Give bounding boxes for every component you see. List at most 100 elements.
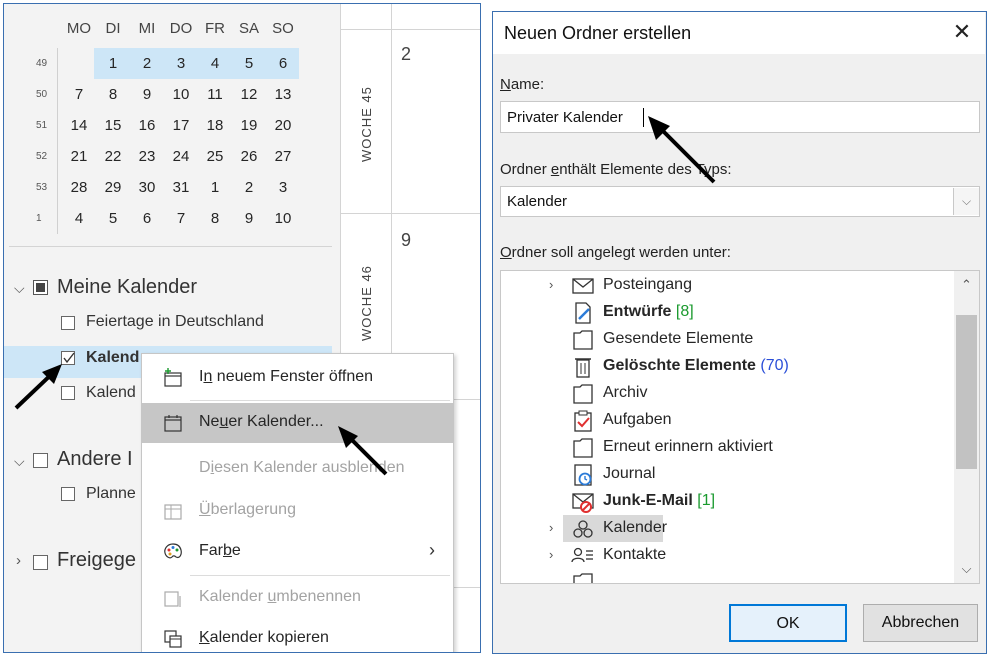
calendar-day[interactable]: 10 xyxy=(266,203,300,234)
calendar-day[interactable]: 9 xyxy=(130,79,164,110)
calendar-item-feiertage[interactable]: Feiertage in Deutschland xyxy=(86,313,264,331)
calendar-day[interactable]: 9 xyxy=(232,203,266,234)
calendar-icon xyxy=(164,415,182,432)
chevron-down-icon[interactable]: ⌵ xyxy=(14,453,25,470)
week-number[interactable]: 50 xyxy=(36,89,56,100)
envelope-icon xyxy=(572,278,594,294)
calendar-day[interactable]: 5 xyxy=(96,203,130,234)
menu-item-overlay[interactable]: Überlagerung xyxy=(142,491,453,531)
calendar-day[interactable]: 2 xyxy=(232,172,266,203)
checkbox-planner[interactable] xyxy=(61,487,75,501)
folder-item-junk[interactable]: Junk-E-Mail [1] xyxy=(501,488,951,515)
calendar-day[interactable]: 1 xyxy=(198,172,232,203)
calendar-day[interactable]: 28 xyxy=(62,172,96,203)
folder-item-aufgaben[interactable]: Aufgaben xyxy=(501,407,951,434)
calendar-item-planner[interactable]: Planne xyxy=(86,485,136,503)
folder-tree[interactable]: › Posteingang Entwürfe [8] Gesendete Ele… xyxy=(500,270,980,584)
menu-item-open-new-window[interactable]: In neuem Fenster öffnen xyxy=(142,358,453,398)
folder-item-kalender[interactable]: › Kalender xyxy=(501,515,951,542)
group-andere[interactable]: Andere I xyxy=(57,448,133,471)
calendar-day[interactable]: 31 xyxy=(164,172,198,203)
menu-item-rename-calendar[interactable]: Kalender umbenennen xyxy=(142,578,453,618)
calendar-day[interactable]: 7 xyxy=(62,79,96,110)
menu-item-color[interactable]: Farbe › xyxy=(142,532,453,572)
chevron-right-icon[interactable]: › xyxy=(549,520,561,535)
calendar-day[interactable]: 3 xyxy=(266,172,300,203)
chevron-right-icon[interactable]: › xyxy=(549,277,561,292)
calendar-day[interactable]: 2 xyxy=(130,48,164,79)
calendar-day[interactable]: 20 xyxy=(266,110,300,141)
week-number[interactable]: 49 xyxy=(36,58,56,69)
group-freigegeben[interactable]: Freigege xyxy=(57,549,136,572)
calendar-day[interactable]: 23 xyxy=(130,141,164,172)
menu-item-new-calendar[interactable]: Neuer Kalender... xyxy=(142,403,453,443)
folder-item-archiv[interactable]: Archiv xyxy=(501,380,951,407)
scroll-down-icon[interactable]: ⌵ xyxy=(954,555,979,583)
folder-name-input[interactable] xyxy=(500,101,980,133)
folder-item-gesendete[interactable]: Gesendete Elemente xyxy=(501,326,951,353)
week-date-45[interactable]: 2 xyxy=(401,44,411,65)
calendar-day[interactable]: 7 xyxy=(164,203,198,234)
calendar-day[interactable]: 26 xyxy=(232,141,266,172)
checkbox-feiertage[interactable] xyxy=(61,316,75,330)
cancel-button[interactable]: Abbrechen xyxy=(863,604,978,642)
chevron-right-icon[interactable]: › xyxy=(549,547,561,562)
calendar-day[interactable]: 24 xyxy=(164,141,198,172)
chevron-right-icon[interactable]: › xyxy=(16,552,21,569)
calendar-item-kalender-selected[interactable]: Kalend xyxy=(86,349,139,367)
calendar-day[interactable]: 4 xyxy=(198,48,232,79)
scrollbar-thumb[interactable] xyxy=(956,315,977,469)
folder-type-select[interactable]: Kalender ⌵ xyxy=(500,186,980,217)
calendar-day[interactable]: 16 xyxy=(130,110,164,141)
group-checkbox-andere[interactable] xyxy=(33,453,48,468)
calendar-day[interactable]: 5 xyxy=(232,48,266,79)
week-number[interactable]: 52 xyxy=(36,151,56,162)
folder-item-kontakte[interactable]: › Kontakte xyxy=(501,542,951,569)
group-checkbox-freigegeben[interactable] xyxy=(33,555,48,570)
calendar-day[interactable]: 19 xyxy=(232,110,266,141)
calendar-day[interactable]: 30 xyxy=(130,172,164,203)
calendar-day[interactable]: 18 xyxy=(198,110,232,141)
calendar-day[interactable]: 25 xyxy=(198,141,232,172)
calendar-day[interactable]: 14 xyxy=(62,110,96,141)
calendar-day[interactable]: 11 xyxy=(198,79,232,110)
calendar-day[interactable]: 21 xyxy=(62,141,96,172)
week-number[interactable]: 53 xyxy=(36,182,56,193)
folder-item-erneut-erinnern[interactable]: Erneut erinnern aktiviert xyxy=(501,434,951,461)
folder-item-entwuerfe[interactable]: Entwürfe [8] xyxy=(501,299,951,326)
calendar-day[interactable]: 6 xyxy=(266,48,300,79)
ok-button[interactable]: OK xyxy=(729,604,847,642)
menu-item-copy-calendar[interactable]: Kalender kopieren xyxy=(142,619,453,652)
calendar-day[interactable]: 29 xyxy=(96,172,130,203)
calendar-day[interactable]: 1 xyxy=(96,48,130,79)
scroll-up-icon[interactable]: ⌃ xyxy=(954,271,979,299)
menu-item-hide-calendar[interactable]: Diesen Kalender ausblenden xyxy=(142,449,453,489)
calendar-day[interactable]: 27 xyxy=(266,141,300,172)
calendar-day[interactable]: 8 xyxy=(198,203,232,234)
calendar-day[interactable]: 15 xyxy=(96,110,130,141)
calendar-day[interactable]: 22 xyxy=(96,141,130,172)
weekday-header: MI xyxy=(138,20,156,37)
calendar-day[interactable]: 12 xyxy=(232,79,266,110)
calendar-day[interactable]: 4 xyxy=(62,203,96,234)
calendar-day[interactable]: 8 xyxy=(96,79,130,110)
folder-item-journal[interactable]: Journal xyxy=(501,461,951,488)
week-date-46[interactable]: 9 xyxy=(401,230,411,251)
group-meine-kalender[interactable]: Meine Kalender xyxy=(57,276,197,299)
chevron-down-icon[interactable]: ⌵ xyxy=(953,188,979,215)
folder-item-posteingang[interactable]: › Posteingang xyxy=(501,272,951,299)
chevron-down-icon[interactable]: ⌵ xyxy=(14,280,25,297)
overlay-icon xyxy=(164,504,182,520)
calendar-day[interactable]: 10 xyxy=(164,79,198,110)
week-number[interactable]: 1 xyxy=(36,213,56,224)
calendar-day[interactable]: 17 xyxy=(164,110,198,141)
close-icon[interactable]: ✕ xyxy=(949,19,975,45)
week-number[interactable]: 51 xyxy=(36,120,56,131)
group-partial-checkbox[interactable] xyxy=(33,280,48,295)
folder-item-geloeschte[interactable]: Gelöschte Elemente (70) xyxy=(501,353,951,380)
calendar-day[interactable]: 3 xyxy=(164,48,198,79)
calendar-day[interactable]: 13 xyxy=(266,79,300,110)
pointer-arrow-icon xyxy=(338,426,388,476)
calendar-day[interactable]: 6 xyxy=(130,203,164,234)
calendar-item-kalender-2[interactable]: Kalend xyxy=(86,384,136,402)
